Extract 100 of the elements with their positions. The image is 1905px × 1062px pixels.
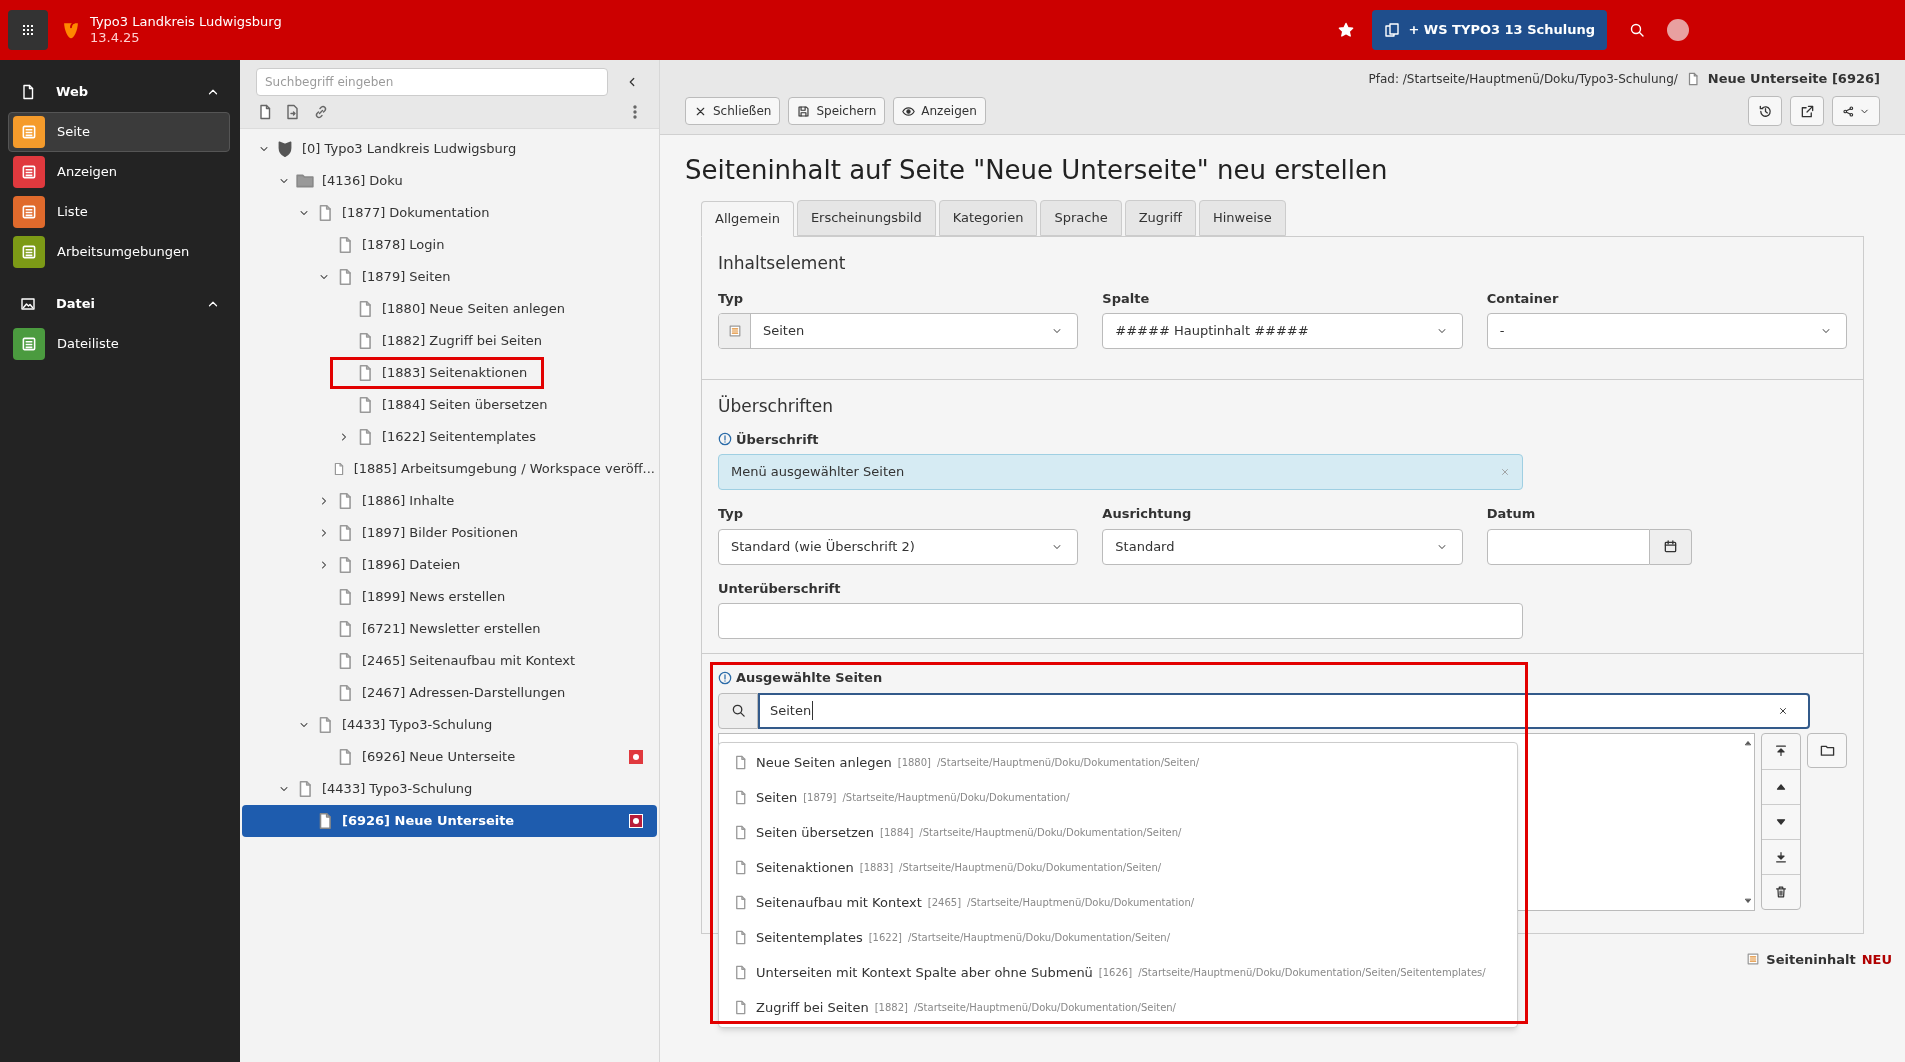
tree-item[interactable]: [1899] News erstellen	[242, 581, 657, 613]
module-item[interactable]: Arbeitsumgebungen	[8, 232, 230, 272]
select-field[interactable]: Standard	[1102, 528, 1463, 565]
tree-item[interactable]: [1877] Dokumentation	[242, 197, 657, 229]
tree-item-label: [1885] Arbeitsumgebung / Workspace veröff...	[352, 460, 656, 479]
tree-item-label: [1896] Dateien	[361, 556, 462, 575]
workspace-button[interactable]: + WS TYPO3 13 Schulung	[1372, 10, 1607, 50]
tree-item[interactable]: [1883] Seitenaktionen	[242, 357, 657, 389]
tree-item[interactable]: [2467] Adressen-Darstellungen	[242, 677, 657, 709]
select-field[interactable]: Seiten	[718, 313, 1079, 349]
tree-item[interactable]: [2465] Seitenaufbau mit Kontext	[242, 645, 657, 677]
tree-item[interactable]: [4433] Typo3-Schulung	[242, 773, 657, 805]
tab[interactable]: Allgemein	[701, 201, 794, 237]
select-field[interactable]: -	[1486, 313, 1847, 349]
info-icon	[718, 670, 732, 685]
tree-item[interactable]: [1878] Login	[242, 229, 657, 261]
tree-item[interactable]: [6721] Newsletter erstellen	[242, 613, 657, 645]
tree-item-label: [1879] Seiten	[361, 268, 452, 287]
page-heading: Seiteninhalt auf Seite "Neue Unterseite" neu erstellen	[685, 154, 1389, 187]
page-icon	[733, 790, 748, 805]
module-item[interactable]: Anzeigen	[8, 152, 230, 192]
section-heading: Überschriften	[718, 394, 834, 418]
link-icon[interactable]	[313, 104, 329, 120]
tree-item[interactable]: [6926] Neue Unterseite	[242, 741, 657, 773]
tree-item[interactable]: [1885] Arbeitsumgebung / Workspace veröff...	[242, 453, 657, 485]
tree-item[interactable]: [1884] Seiten übersetzen	[242, 389, 657, 421]
tab[interactable]: Erscheinungsbild	[796, 200, 936, 236]
result-item[interactable]: Seitenaufbau mit Kontext [2465] /Startseite/Hauptmenü/Doku/Dokumentation/	[719, 885, 1517, 920]
tab[interactable]: Zugriff	[1124, 200, 1196, 236]
history-button[interactable]	[1748, 96, 1782, 126]
result-item[interactable]: Seitenaktionen [1883] /Startseite/Hauptmenü/Doku/Dokumentation/Seiten/	[719, 850, 1517, 885]
tree-search-field[interactable]: Suchbegriff eingeben	[256, 68, 608, 96]
module-item[interactable]: Dateiliste	[8, 324, 230, 364]
image-icon	[20, 296, 36, 312]
tree-item[interactable]: [1897] Bilder Positionen	[242, 517, 657, 549]
clear-icon	[1778, 705, 1788, 716]
shield-logo-icon	[276, 140, 294, 158]
tree-item-label: [4433] Typo3-Schulung	[341, 716, 494, 735]
move-top-icon	[1774, 744, 1788, 758]
module-item[interactable]: Seite	[8, 112, 230, 152]
tree-item-label: [6926] Neue Unterseite	[361, 748, 517, 767]
tree-item-label: [1899] News erstellen	[361, 588, 507, 607]
select-field[interactable]: Standard (wie Überschrift 2)	[718, 528, 1079, 565]
tree-item[interactable]: [0] Typo3 Landkreis Ludwigsburg	[242, 133, 657, 165]
result-item[interactable]: Seitentemplates [1622] /Startseite/Hauptmenü/Doku/Dokumentation/Seiten/	[719, 920, 1517, 955]
result-title: Seitentemplates	[756, 928, 863, 947]
paste-page-icon[interactable]	[285, 104, 301, 120]
calendar-button[interactable]	[1649, 528, 1692, 565]
toolbar-button[interactable]: Speichern	[788, 97, 886, 125]
result-uid: [1626]	[1098, 966, 1133, 980]
result-item[interactable]: Unterseiten mit Kontext Spalte aber ohne Submenü [1626] /Startseite/Hauptmenü/Doku/Dokumentation/Seiten/Seitentemplates/	[719, 955, 1517, 990]
search-icon	[1629, 22, 1645, 38]
tree-item-label: [4433] Typo3-Schulung	[321, 780, 474, 799]
result-title: Seitenaufbau mit Kontext	[756, 893, 922, 912]
tree-item[interactable]: [6926] Neue Unterseite	[242, 805, 657, 837]
new-page-icon[interactable]	[257, 104, 273, 120]
result-uid: [1883]	[859, 861, 894, 875]
field-label: Container	[1486, 289, 1560, 308]
browse-button[interactable]	[1807, 732, 1847, 768]
tree-item[interactable]: [1622] Seitentemplates	[242, 421, 657, 453]
date-field[interactable]	[1486, 528, 1650, 565]
result-item[interactable]: Seiten übersetzen [1884] /Startseite/Hauptmenü/Doku/Dokumentation/Seiten/	[719, 815, 1517, 850]
toolbar-button[interactable]: Schließen	[685, 97, 781, 125]
share-icon	[1842, 104, 1855, 118]
result-item[interactable]: Seiten [1879] /Startseite/Hauptmenü/Doku/Dokumentation/	[719, 780, 1517, 815]
result-title: Seitenaktionen	[756, 858, 854, 877]
app-menu-button[interactable]	[8, 10, 48, 50]
tab[interactable]: Kategorien	[938, 200, 1038, 236]
tab[interactable]: Hinweise	[1199, 200, 1286, 236]
tree-item[interactable]: [1879] Seiten	[242, 261, 657, 293]
tab[interactable]: Sprache	[1040, 200, 1122, 236]
result-item[interactable]: Neue Seiten anlegen [1880] /Startseite/Hauptmenü/Doku/Dokumentation/Seiten/	[719, 745, 1517, 780]
field-label: Spalte	[1102, 289, 1151, 308]
module-group-header[interactable]: Web	[0, 72, 240, 112]
path-label: Pfad: /Startseite/Hauptmenü/Doku/Typo3-Schulung/	[1368, 71, 1678, 88]
module-group-header[interactable]: Datei	[0, 284, 240, 324]
page-icon	[733, 1000, 748, 1015]
page-search-field[interactable]: Seiten	[758, 692, 1810, 729]
tree-item[interactable]: [4136] Doku	[242, 165, 657, 197]
tree-item[interactable]: [1886] Inhalte	[242, 485, 657, 517]
subheader-field[interactable]	[718, 603, 1523, 639]
calendar-icon	[1662, 539, 1678, 554]
share-button[interactable]	[1832, 96, 1880, 126]
result-path: /Startseite/Hauptmenü/Doku/Dokumentation/Seiten/Seitentemplates/	[1138, 966, 1486, 980]
tree-item[interactable]: [1896] Dateien	[242, 549, 657, 581]
select-field[interactable]: ##### Hauptinhalt #####	[1102, 313, 1463, 349]
tree-item[interactable]: [4433] Typo3-Schulung	[242, 709, 657, 741]
open-window-button[interactable]	[1790, 96, 1824, 126]
result-title: Zugriff bei Seiten	[756, 998, 869, 1017]
tree-item-label: [1897] Bilder Positionen	[361, 524, 520, 543]
result-title: Seiten	[756, 788, 798, 807]
move-bottom-icon	[1774, 849, 1788, 864]
module-item[interactable]: Liste	[8, 192, 230, 232]
record-type-label: Seiteninhalt	[1766, 950, 1856, 969]
tree-item[interactable]: [1882] Zugriff bei Seiten	[242, 325, 657, 357]
result-item[interactable]: Zugriff bei Seiten [1882] /Startseite/Hauptmenü/Doku/Dokumentation/Seiten/	[719, 990, 1517, 1025]
tree-item[interactable]: [1880] Neue Seiten anlegen	[242, 293, 657, 325]
header-field[interactable]: Menü ausgewählter Seiten	[718, 454, 1523, 490]
toolbar-button[interactable]: Anzeigen	[893, 97, 986, 125]
avatar[interactable]	[1667, 19, 1689, 41]
